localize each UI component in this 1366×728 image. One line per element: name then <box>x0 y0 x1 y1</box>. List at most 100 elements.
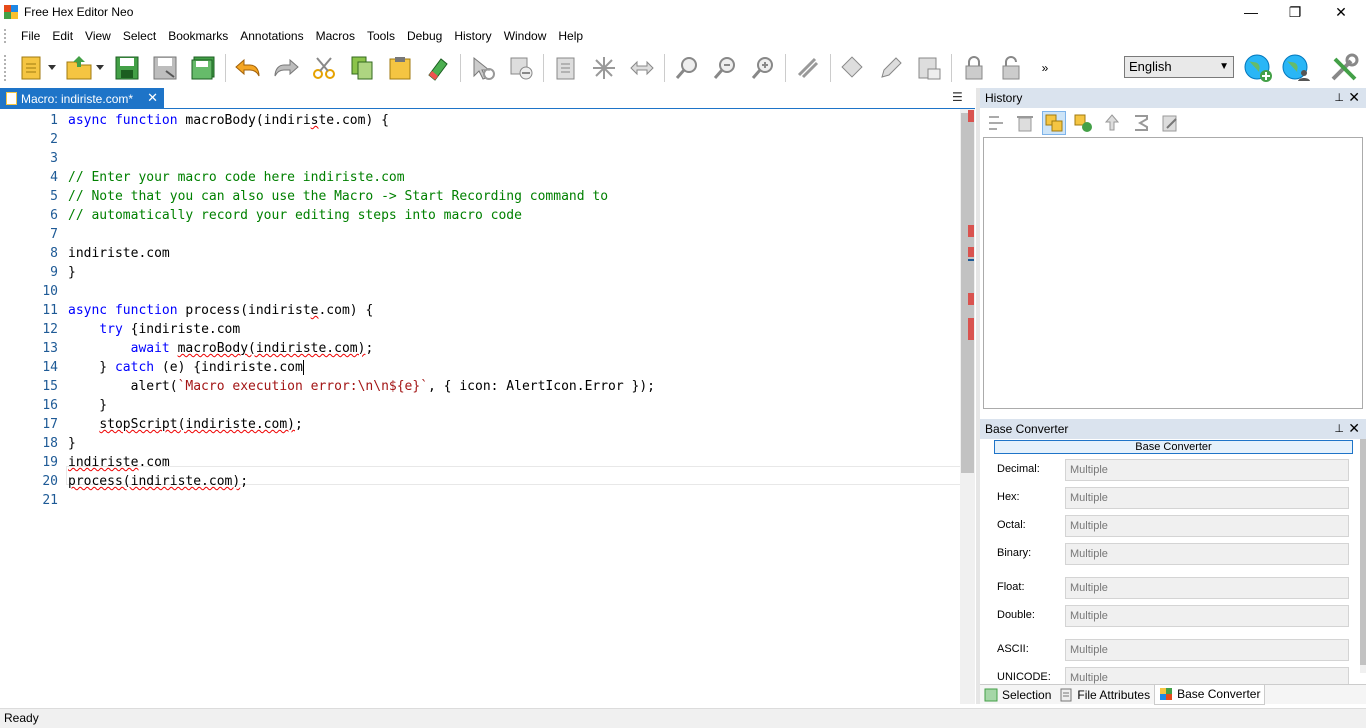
code-line[interactable]: 3 <box>0 149 960 168</box>
find-icon[interactable] <box>671 51 703 85</box>
close-icon[interactable]: ✕ <box>1348 420 1360 437</box>
scrollbar-thumb[interactable] <box>1360 439 1366 665</box>
code-text[interactable]: // Note that you can also use the Macro … <box>68 187 608 206</box>
tab-base-converter[interactable]: Base Converter <box>1154 684 1266 705</box>
edit-icon[interactable] <box>875 51 907 85</box>
code-line[interactable]: 14 } catch (e) {indiriste.com <box>0 358 960 377</box>
float-field[interactable]: Multiple <box>1065 577 1349 599</box>
insert-icon[interactable] <box>550 51 582 85</box>
error-marker[interactable] <box>968 225 974 237</box>
history-branch-add-icon[interactable] <box>1071 111 1095 135</box>
error-marker[interactable] <box>968 110 974 122</box>
code-text[interactable]: indiriste.com <box>68 453 170 472</box>
eraser-icon[interactable] <box>422 51 454 85</box>
menu-tools[interactable]: Tools <box>361 26 401 46</box>
menu-file[interactable]: File <box>15 26 46 46</box>
code-line[interactable]: 7 <box>0 225 960 244</box>
code-line[interactable]: 10 <box>0 282 960 301</box>
code-line[interactable]: 5 // Note that you can also use the Macro… <box>0 187 960 206</box>
code-text[interactable]: alert(`Macro execution error:\n\n${e}`, … <box>68 377 655 396</box>
new-file-icon[interactable] <box>15 51 47 85</box>
code-editor[interactable]: 1 async function macroBody(indiriste.com)… <box>0 109 973 704</box>
code-line[interactable]: 6 // automatically record your editing st… <box>0 206 960 225</box>
code-text[interactable]: } catch (e) {indiriste.com <box>68 358 304 377</box>
menu-edit[interactable]: Edit <box>46 26 79 46</box>
menu-history[interactable]: History <box>448 26 497 46</box>
error-marker[interactable] <box>968 247 974 257</box>
cut-icon[interactable] <box>308 51 340 85</box>
find-next-icon[interactable] <box>709 51 741 85</box>
code-line[interactable]: 8 indiriste.com <box>0 244 960 263</box>
code-line[interactable]: 1 async function macroBody(indiriste.com)… <box>0 111 960 130</box>
code-line[interactable]: 16 } <box>0 396 960 415</box>
menu-view[interactable]: View <box>79 26 117 46</box>
close-icon[interactable]: ✕ <box>1348 89 1360 106</box>
code-line[interactable]: 9} <box>0 263 960 282</box>
clear-select-icon[interactable] <box>505 51 537 85</box>
code-text[interactable]: } <box>68 263 76 282</box>
unlock-icon[interactable] <box>996 51 1028 85</box>
history-sum-icon[interactable] <box>1129 111 1153 135</box>
redo-icon[interactable] <box>270 51 302 85</box>
double-field[interactable]: Multiple <box>1065 605 1349 627</box>
menu-macros[interactable]: Macros <box>310 26 361 46</box>
history-delete-icon[interactable] <box>1013 111 1037 135</box>
paste-icon[interactable] <box>384 51 416 85</box>
save-icon[interactable] <box>111 51 143 85</box>
code-text[interactable]: // Enter your macro code here indiriste.… <box>68 168 405 187</box>
base-converter-scrollbar[interactable] <box>1360 439 1366 673</box>
code-line[interactable]: 19 indiriste.com <box>0 453 960 472</box>
menu-help[interactable]: Help <box>552 26 589 46</box>
code-text[interactable]: // automatically record your editing ste… <box>68 206 522 225</box>
decimal-field[interactable]: Multiple <box>1065 459 1349 481</box>
code-text[interactable]: } <box>68 434 76 453</box>
close-icon[interactable]: ✕ <box>147 90 158 106</box>
tab-macro[interactable]: Macro: indiriste.com* ✕ <box>0 88 164 109</box>
restore-button[interactable]: ❐ <box>1272 0 1318 24</box>
code-line[interactable]: 18} <box>0 434 960 453</box>
save-as-icon[interactable] <box>149 51 181 85</box>
base-converter-button[interactable]: Base Converter <box>994 440 1353 454</box>
code-line[interactable]: 2 <box>0 130 960 149</box>
history-branch-icon[interactable] <box>1042 111 1066 135</box>
lock-icon[interactable] <box>958 51 990 85</box>
code-line[interactable]: 11 async function process(indiriste.com) … <box>0 301 960 320</box>
ascii-field[interactable]: Multiple <box>1065 639 1349 661</box>
code-line[interactable]: 15 alert(`Macro execution error:\n\n${e}… <box>0 377 960 396</box>
octal-field[interactable]: Multiple <box>1065 515 1349 537</box>
code-line[interactable]: 12 try {indiriste.com <box>0 320 960 339</box>
swap-icon[interactable] <box>626 51 658 85</box>
new-file-dropdown-icon[interactable] <box>47 51 57 85</box>
undo-icon[interactable] <box>232 51 264 85</box>
fill-icon[interactable] <box>588 51 620 85</box>
template-icon[interactable] <box>913 51 945 85</box>
code-text[interactable]: stopScript(indiriste.com); <box>68 415 303 434</box>
toolbar-overflow-button[interactable]: » <box>1038 51 1052 85</box>
close-window-button[interactable]: ✕ <box>1318 0 1364 24</box>
minimize-button[interactable]: — <box>1228 0 1274 24</box>
menu-bookmarks[interactable]: Bookmarks <box>162 26 234 46</box>
code-line[interactable]: 21 <box>0 491 960 510</box>
code-text[interactable]: try {indiriste.com <box>68 320 240 339</box>
tab-selection[interactable]: Selection <box>980 685 1055 705</box>
tab-file-attributes[interactable]: File Attributes <box>1055 685 1154 705</box>
code-text[interactable]: } <box>68 396 107 415</box>
pin-icon[interactable]: ⊥ <box>1334 422 1344 435</box>
menu-select[interactable]: Select <box>117 26 162 46</box>
code-text[interactable]: process(indiriste.com); <box>68 472 248 491</box>
code-text[interactable]: async function macroBody(indiriste.com) … <box>68 111 389 130</box>
hex-field[interactable]: Multiple <box>1065 487 1349 509</box>
pin-icon[interactable]: ⊥ <box>1334 91 1344 104</box>
code-line[interactable]: 13 await macroBody(indiriste.com); <box>0 339 960 358</box>
save-all-icon[interactable] <box>187 51 219 85</box>
tools-icon[interactable] <box>792 51 824 85</box>
find-prev-icon[interactable] <box>747 51 779 85</box>
menu-debug[interactable]: Debug <box>401 26 448 46</box>
unicode-field[interactable]: Multiple <box>1065 667 1349 684</box>
history-list[interactable] <box>983 137 1363 409</box>
select-icon[interactable] <box>467 51 499 85</box>
code-line[interactable]: 17 stopScript(indiriste.com); <box>0 415 960 434</box>
language-select[interactable]: English ▼ <box>1124 56 1234 78</box>
patch-icon[interactable] <box>837 51 869 85</box>
globe-add-icon[interactable] <box>1242 51 1274 85</box>
